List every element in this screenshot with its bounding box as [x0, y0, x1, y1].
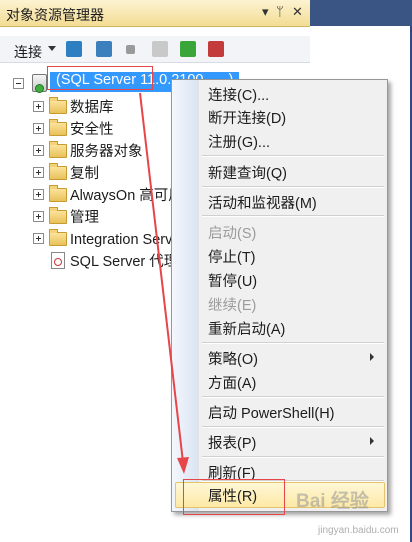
annotation-arrow [139, 92, 189, 474]
watermark: Bai 经验 [296, 491, 369, 512]
object-explorer-panel: 对象资源管理器 ▾ ᛘ ✕ 连接 (SQL Server 11.0.2100 -… [0, 0, 412, 542]
watermark-url: jingyan.baidu.com [318, 525, 399, 536]
